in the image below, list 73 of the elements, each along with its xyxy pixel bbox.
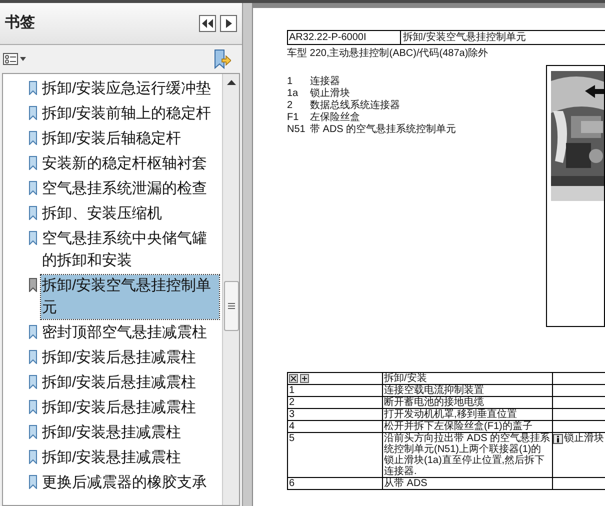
scrollbar-thumb[interactable] bbox=[224, 281, 238, 331]
step-number: 4 bbox=[288, 420, 382, 432]
bookmark-icon bbox=[29, 425, 37, 439]
legend-text: 锁止滑块 bbox=[310, 88, 350, 100]
collapse-icon[interactable] bbox=[300, 374, 309, 383]
bookmark-icon bbox=[29, 206, 37, 220]
legend-text: 连接器 bbox=[310, 76, 340, 88]
bookmark-item[interactable]: 安装新的稳定杆枢轴衬套 bbox=[41, 153, 219, 175]
bookmark-item[interactable]: 拆卸/安装应急运行缓冲垫 bbox=[41, 78, 219, 100]
legend-text: 数据总线系统连接器 bbox=[310, 100, 400, 112]
bookmark-icon bbox=[29, 450, 37, 464]
bookmark-icon bbox=[29, 375, 37, 389]
bookmark-item[interactable]: 拆卸/安装后悬挂减震柱 bbox=[41, 372, 219, 394]
document-title: 拆卸/安装空气悬挂控制单元 bbox=[402, 31, 527, 44]
legend-text: 带 ADS 的空气悬挂系统控制单元 bbox=[310, 124, 456, 136]
step-note: 锁止滑块 bbox=[564, 433, 604, 444]
bookmark-item[interactable]: 空气悬挂系统中央储气罐的拆卸和安装 bbox=[41, 228, 219, 272]
list-options-icon bbox=[3, 53, 27, 65]
right-arrow-icon bbox=[226, 19, 232, 28]
bookmark-arrow-icon bbox=[213, 49, 231, 69]
scrollbar[interactable] bbox=[222, 74, 239, 505]
scroll-up-icon bbox=[226, 80, 236, 85]
bookmark-icon bbox=[29, 156, 37, 170]
column-header: 拆卸/安装 bbox=[382, 372, 552, 384]
bookmark-icon bbox=[29, 181, 37, 195]
bookmark-icon bbox=[29, 131, 37, 145]
step-text: 连接空载电流抑制装置 bbox=[382, 384, 552, 396]
expand-panel-button[interactable] bbox=[220, 15, 237, 32]
bookmark-icon bbox=[29, 400, 37, 414]
bookmark-item[interactable]: 拆卸/安装后轴稳定杆 bbox=[41, 128, 219, 150]
panel-title: 书签 bbox=[5, 13, 35, 34]
legend-key: 1a bbox=[287, 88, 310, 100]
bookmark-icon bbox=[29, 350, 37, 364]
bookmark-icon bbox=[29, 325, 37, 339]
bookmark-icon bbox=[29, 475, 37, 489]
info-icon[interactable] bbox=[553, 434, 563, 444]
bookmark-action-button[interactable] bbox=[213, 49, 231, 69]
step-text: 从带 ADS bbox=[382, 478, 552, 490]
step-text: 打开发动机机罩,移到垂直位置 bbox=[382, 408, 552, 420]
step-number: 5 bbox=[288, 432, 382, 478]
bookmark-item[interactable]: 更换后减震器的橡胶支承 bbox=[41, 472, 219, 494]
step-text: 断开蓄电池的接地电缆 bbox=[382, 396, 552, 408]
bookmark-item[interactable]: 密封顶部空气悬挂减震柱 bbox=[41, 322, 219, 344]
double-left-arrow-icon bbox=[202, 19, 213, 28]
bookmark-item[interactable]: 拆卸/安装悬挂减震柱 bbox=[41, 422, 219, 444]
bookmark-icon bbox=[29, 231, 37, 245]
bookmark-icon bbox=[29, 81, 37, 95]
legend-key: 2 bbox=[287, 100, 310, 112]
bookmark-item[interactable]: 拆卸/安装空气悬挂控制单元 bbox=[41, 275, 219, 319]
legend-key: 1 bbox=[287, 76, 310, 88]
legend-text: 左保险丝盒 bbox=[310, 112, 360, 124]
step-text: 松开并拆下左保险丝盒(F1)的盖子 bbox=[382, 420, 552, 432]
step-number: 2 bbox=[288, 396, 382, 408]
step-number: 3 bbox=[288, 408, 382, 420]
options-menu-button[interactable] bbox=[3, 53, 27, 65]
step-number: 1 bbox=[288, 384, 382, 396]
bookmark-item[interactable]: 拆卸/安装前轴上的稳定杆 bbox=[41, 103, 219, 125]
bookmark-item[interactable]: 拆卸/安装悬挂减震柱 bbox=[41, 447, 219, 469]
expand-icon[interactable] bbox=[289, 374, 298, 383]
vehicle-note: 车型 220,主动悬挂控制(ABC)/代码(487a)除外 bbox=[287, 48, 490, 60]
bookmark-item[interactable]: 拆卸/安装后悬挂减震柱 bbox=[41, 397, 219, 419]
bookmark-item[interactable]: 空气悬挂系统泄漏的检查 bbox=[41, 178, 219, 200]
step-text: 沿前头方向拉出带 ADS 的空气悬挂系统控制单元(N51)上两个联接器(1)的锁止滑块(1a)直至停止位置,然后拆下连接器. bbox=[382, 432, 552, 478]
bookmark-item[interactable]: 拆卸、安装压缩机 bbox=[41, 203, 219, 225]
grip-icon bbox=[228, 303, 234, 309]
bookmark-item[interactable]: 拆卸/安装后悬挂减震柱 bbox=[41, 347, 219, 369]
bookmark-icon bbox=[29, 278, 37, 292]
legend-key: N51 bbox=[287, 124, 310, 136]
bookmark-icon bbox=[29, 106, 37, 120]
step-number: 6 bbox=[288, 478, 382, 490]
collapse-panel-button[interactable] bbox=[199, 15, 216, 32]
legend-key: F1 bbox=[287, 112, 310, 124]
document-code: AR32.22-P-6000I bbox=[288, 31, 401, 44]
